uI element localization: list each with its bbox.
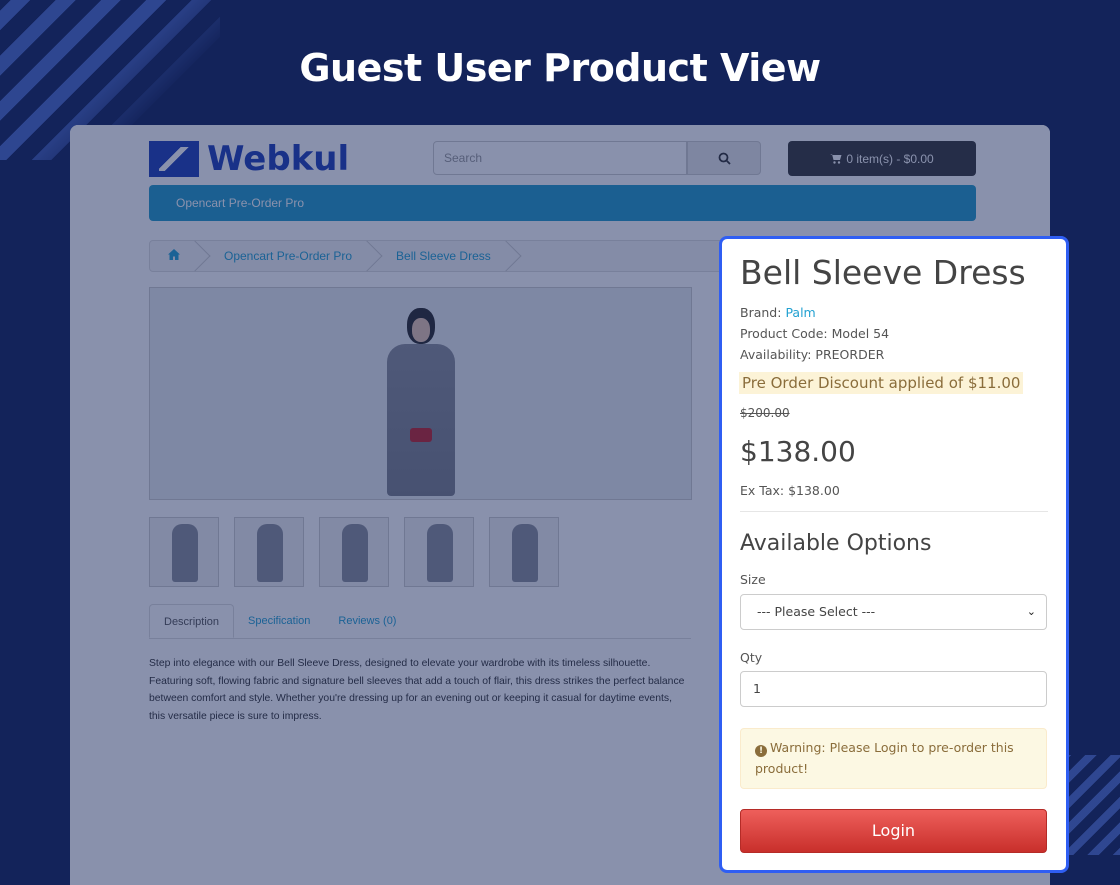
shopping-cart-icon	[830, 154, 842, 164]
search-button[interactable]	[687, 141, 761, 175]
breadcrumb-home[interactable]	[150, 241, 204, 271]
product-title: Bell Sleeve Dress	[740, 253, 1026, 292]
decorative-stripes	[1060, 755, 1120, 855]
tab-description[interactable]: Description	[149, 604, 235, 638]
cart-button[interactable]: 0 item(s) - $0.00	[788, 141, 976, 176]
qty-label: Qty	[740, 650, 763, 665]
logo-text: Webkul	[207, 139, 350, 179]
current-price: $138.00	[740, 435, 856, 468]
old-price: $200.00	[740, 406, 790, 420]
availability-row: Availability: PREORDER	[740, 347, 884, 362]
product-code-value: Model 54	[831, 326, 890, 341]
webkul-logo-icon	[149, 141, 199, 177]
product-tabs: Description Specification Reviews (0)	[149, 604, 691, 639]
breadcrumb: Opencart Pre-Order Pro Bell Sleeve Dress	[149, 240, 769, 272]
product-code-row: Product Code: Model 54	[740, 326, 889, 341]
brand-link[interactable]: Palm	[785, 305, 815, 320]
search-icon	[718, 152, 731, 165]
product-thumbnail[interactable]	[319, 517, 389, 587]
product-thumbnail[interactable]	[234, 517, 304, 587]
availability-label: Availability:	[740, 347, 812, 362]
divider	[740, 511, 1048, 512]
size-select[interactable]: --- Please Select --- ⌄	[740, 594, 1047, 630]
brand-label: Brand:	[740, 305, 782, 320]
webkul-logo[interactable]: Webkul	[149, 139, 349, 179]
warning-text: Warning: Please Login to pre-order this …	[755, 740, 1014, 776]
ex-tax-price: Ex Tax: $138.00	[740, 483, 840, 498]
home-icon	[168, 249, 180, 260]
size-selected-value: --- Please Select ---	[757, 604, 876, 619]
cart-label: 0 item(s) - $0.00	[846, 151, 934, 166]
product-detail-panel: Bell Sleeve Dress Brand: Palm Product Co…	[719, 236, 1069, 873]
menu-item-preorder[interactable]: Opencart Pre-Order Pro	[149, 185, 976, 221]
tab-specification[interactable]: Specification	[234, 604, 324, 638]
product-photo-model	[381, 308, 461, 498]
product-description: Step into elegance with our Bell Sleeve …	[149, 658, 685, 722]
qty-input[interactable]: 1	[740, 671, 1047, 707]
login-warning-alert: ! Warning: Please Login to pre-order this…	[740, 728, 1047, 789]
product-code-label: Product Code:	[740, 326, 828, 341]
breadcrumb-item[interactable]: Bell Sleeve Dress	[376, 241, 515, 271]
page-title: Guest User Product View	[299, 46, 821, 90]
search-input[interactable]: Search	[433, 141, 687, 175]
exclamation-circle-icon: !	[755, 745, 767, 757]
breadcrumb-item[interactable]: Opencart Pre-Order Pro	[204, 241, 376, 271]
product-thumbnail[interactable]	[489, 517, 559, 587]
chevron-down-icon: ⌄	[1026, 605, 1036, 618]
options-heading: Available Options	[740, 531, 932, 556]
login-button[interactable]: Login	[740, 809, 1047, 853]
product-thumbnail[interactable]	[404, 517, 474, 587]
brand-row: Brand: Palm	[740, 305, 816, 320]
availability-value: PREORDER	[815, 347, 885, 362]
product-thumbnail[interactable]	[149, 517, 219, 587]
size-label: Size	[740, 572, 766, 587]
product-thumbnails	[149, 517, 559, 587]
tab-reviews[interactable]: Reviews (0)	[324, 604, 410, 638]
product-main-image[interactable]	[149, 287, 692, 500]
preorder-discount-notice: Pre Order Discount applied of $11.00	[739, 372, 1024, 394]
